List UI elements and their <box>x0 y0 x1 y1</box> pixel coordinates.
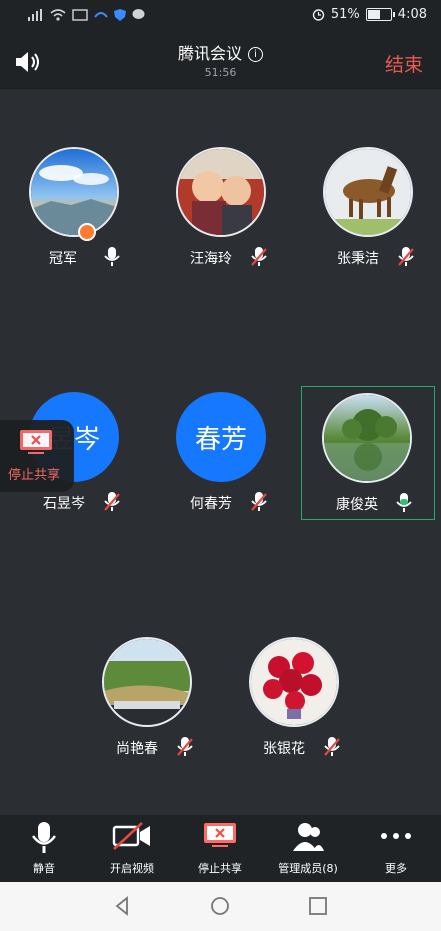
microphone-speaking-icon <box>396 493 412 512</box>
member-tile-active-speaker[interactable]: 康俊英 <box>301 386 435 520</box>
status-right: 51% 4:08 <box>312 7 427 22</box>
microphone-icon <box>32 822 56 853</box>
microphone-muted-icon <box>251 492 267 511</box>
meeting-header: 腾讯会议 i 51:56 结束 <box>0 34 441 89</box>
avatar <box>322 393 412 483</box>
member-name: 张秉洁 <box>337 251 379 267</box>
info-icon[interactable]: i <box>248 47 263 62</box>
member-name: 张银花 <box>263 741 305 757</box>
stop-share-button[interactable]: 停止共享 <box>176 815 264 882</box>
member-name: 尚艳春 <box>116 741 158 757</box>
member-name: 冠军 <box>49 251 77 267</box>
floating-stop-share-button[interactable]: 停止共享 <box>0 420 74 492</box>
avatar <box>29 147 119 237</box>
more-icon <box>381 833 411 839</box>
wifi-icon <box>50 9 66 21</box>
status-bar: 51% 4:08 <box>0 0 441 34</box>
member-tile[interactable]: 张银花 <box>237 637 357 772</box>
shield-icon <box>114 9 126 21</box>
video-off-icon <box>112 822 150 850</box>
stop-share-icon <box>204 823 236 847</box>
avatar <box>176 147 266 237</box>
app-icon <box>94 12 108 18</box>
meeting-title-group[interactable]: 腾讯会议 i <box>0 40 441 64</box>
mute-label: 静音 <box>33 862 55 875</box>
alarm-icon <box>312 9 325 21</box>
member-name: 何春芳 <box>190 496 232 512</box>
member-name: 石昱岑 <box>43 496 85 512</box>
battery-percent: 51% <box>330 7 360 22</box>
chat-icon <box>132 9 145 19</box>
microphone-muted-icon <box>104 492 120 511</box>
member-name: 康俊英 <box>336 497 378 513</box>
start-video-label: 开启视频 <box>110 862 154 875</box>
host-badge-icon <box>78 223 96 241</box>
home-icon[interactable] <box>210 896 230 916</box>
member-name: 汪海玲 <box>190 251 232 267</box>
meeting-duration: 51:56 <box>204 66 237 79</box>
clock: 4:08 <box>397 7 427 22</box>
cast-icon <box>72 9 88 21</box>
mute-button[interactable]: 静音 <box>0 815 88 882</box>
microphone-icon <box>104 247 120 266</box>
start-video-button[interactable]: 开启视频 <box>88 815 176 882</box>
recents-icon[interactable] <box>308 896 328 916</box>
microphone-muted-icon <box>324 737 340 756</box>
microphone-muted-icon <box>177 737 193 756</box>
system-navigation-bar <box>0 882 441 931</box>
more-button[interactable]: 更多 <box>352 815 440 882</box>
microphone-muted-icon <box>251 247 267 266</box>
member-tile[interactable]: 汪海玲 <box>164 147 284 282</box>
meeting-title: 腾讯会议 <box>177 44 242 63</box>
end-meeting-button[interactable]: 结束 <box>385 50 423 77</box>
members-icon <box>293 823 324 851</box>
avatar <box>323 147 413 237</box>
signal-icon <box>28 9 42 21</box>
member-tile[interactable]: 张秉洁 <box>311 147 431 282</box>
avatar: 春芳 <box>176 392 266 482</box>
stop-share-label: 停止共享 <box>198 862 242 875</box>
manage-members-button[interactable]: 管理成员(8) <box>264 815 352 882</box>
member-tile[interactable]: 冠军 <box>17 147 137 282</box>
member-tile[interactable]: 尚艳春 <box>90 637 210 772</box>
back-icon[interactable] <box>112 896 132 916</box>
battery-icon <box>365 8 395 21</box>
more-label: 更多 <box>385 862 407 875</box>
status-icons <box>28 9 145 21</box>
member-tile[interactable]: 春芳 何春芳 <box>164 392 284 527</box>
microphone-muted-icon <box>398 247 414 266</box>
avatar <box>102 637 192 727</box>
battery-level <box>367 10 381 19</box>
manage-members-label: 管理成员(8) <box>278 862 338 875</box>
stop-share-icon <box>20 430 52 454</box>
floating-share-label: 停止共享 <box>8 468 61 483</box>
meeting-toolbar: 静音 开启视频 停止共享 管理成员(8) 更多 <box>0 815 441 882</box>
avatar <box>249 637 339 727</box>
